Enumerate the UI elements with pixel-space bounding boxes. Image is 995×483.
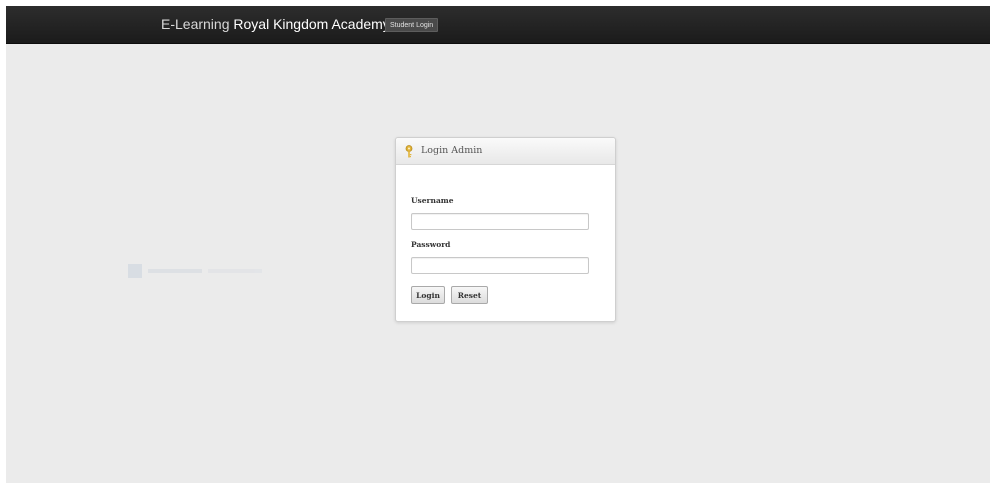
faded-watermark-logo [128, 264, 264, 278]
key-icon [405, 145, 413, 158]
student-login-button[interactable]: Student Login [385, 18, 439, 32]
brand[interactable]: E-Learning Royal Kingdom Academy [161, 15, 390, 33]
login-button[interactable]: Login [411, 286, 445, 304]
username-label: Username [411, 196, 454, 205]
brand-prefix: E-Learning [161, 16, 234, 32]
password-label: Password [411, 240, 451, 249]
brand-name: Royal Kingdom Academy [233, 16, 390, 32]
watermark-text-mark [148, 269, 202, 273]
page-frame: E-Learning Royal Kingdom Academy Student… [6, 6, 990, 483]
login-panel-header: Login Admin [396, 138, 615, 165]
panel-title: Login Admin [421, 145, 483, 156]
watermark-text-mark-2 [208, 269, 262, 273]
username-input[interactable] [411, 213, 589, 230]
login-panel: Login Admin Username Password Login Rese… [395, 137, 616, 322]
reset-button[interactable]: Reset [451, 286, 488, 304]
password-input[interactable] [411, 257, 589, 274]
watermark-logo-icon [128, 264, 142, 278]
top-navbar: E-Learning Royal Kingdom Academy Student… [6, 6, 990, 44]
